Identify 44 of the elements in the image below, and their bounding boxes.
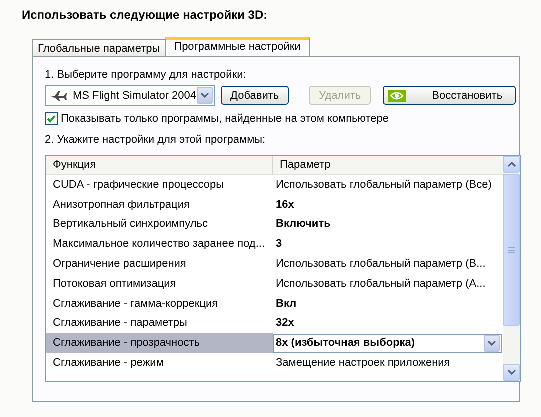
table-cell[interactable]: Сглаживание - режим [46,353,273,373]
table-cell-text: Включить [275,218,332,230]
eye-logo-icon [388,90,406,102]
table-cell-text: 32x [275,317,296,330]
table-cell-text: 3 [275,238,284,250]
table-cell[interactable]: Потоковая оптимизация [46,274,273,294]
table-cell[interactable]: Максимальное количество заранее под... [46,234,273,254]
table-cell[interactable]: CUDA - графические процессоры [46,175,273,195]
table-cell[interactable]: Анизотропная фильтрация [46,194,273,215]
scroll-down-button[interactable] [503,364,520,381]
checkbox-label: Показывать только программы, найденные на этом компьютере [61,112,390,124]
step-label: 1. Выберите программу для настройки: [45,69,248,81]
scroll-up-button[interactable] [503,156,520,173]
section-heading: Использовать следующие настройки 3D: [22,8,269,22]
step-label: 2. Укажите настройки для этой программы: [45,134,267,146]
action-button[interactable]: Добавить [220,86,290,105]
tab[interactable]: Глобальные параметры [32,39,166,56]
chevron-down-icon [488,340,496,346]
table-cell-text: 16x [275,198,296,211]
program-dropdown[interactable]: MS Flight Simulator 2004 [45,85,214,106]
column-header[interactable]: Функция [46,156,273,174]
chevron-down-icon [200,93,208,98]
column-header[interactable]: Параметр [273,156,503,174]
table-cell[interactable]: Вертикальный синхроимпульс [46,214,273,234]
table-cell[interactable]: Сглаживание - параметры [46,314,273,334]
chevron-up-icon [508,162,516,167]
table-cell-text: Использовать глобальный параметр (Все) [275,178,493,191]
grip-icon [508,246,515,254]
scrollbar[interactable] [503,156,520,381]
check-icon [47,114,56,122]
table-cell-text: Вкл [275,298,298,310]
table-cell-text: Использовать глобальный параметр (В... [275,258,487,270]
table-cell-text: Использовать глобальный параметр (А... [275,278,487,290]
scroll-thumb[interactable] [503,174,520,326]
action-button[interactable]: Восстановить [383,86,516,105]
chevron-down-icon [508,370,516,375]
tab[interactable]: Программные настройки [165,37,310,56]
checkbox[interactable] [45,112,58,125]
table-cell[interactable]: Сглаживание - гамма-коррекция [46,294,273,314]
table-cell[interactable]: Ограничение расширения [46,254,273,274]
value-dropdown[interactable]: 8x (избыточная выборка) [273,334,502,353]
airplane-icon [50,90,68,102]
table-cell[interactable]: Сглаживание - прозрачность [46,333,273,354]
table-cell-text: Замещение настроек приложения [275,357,452,370]
